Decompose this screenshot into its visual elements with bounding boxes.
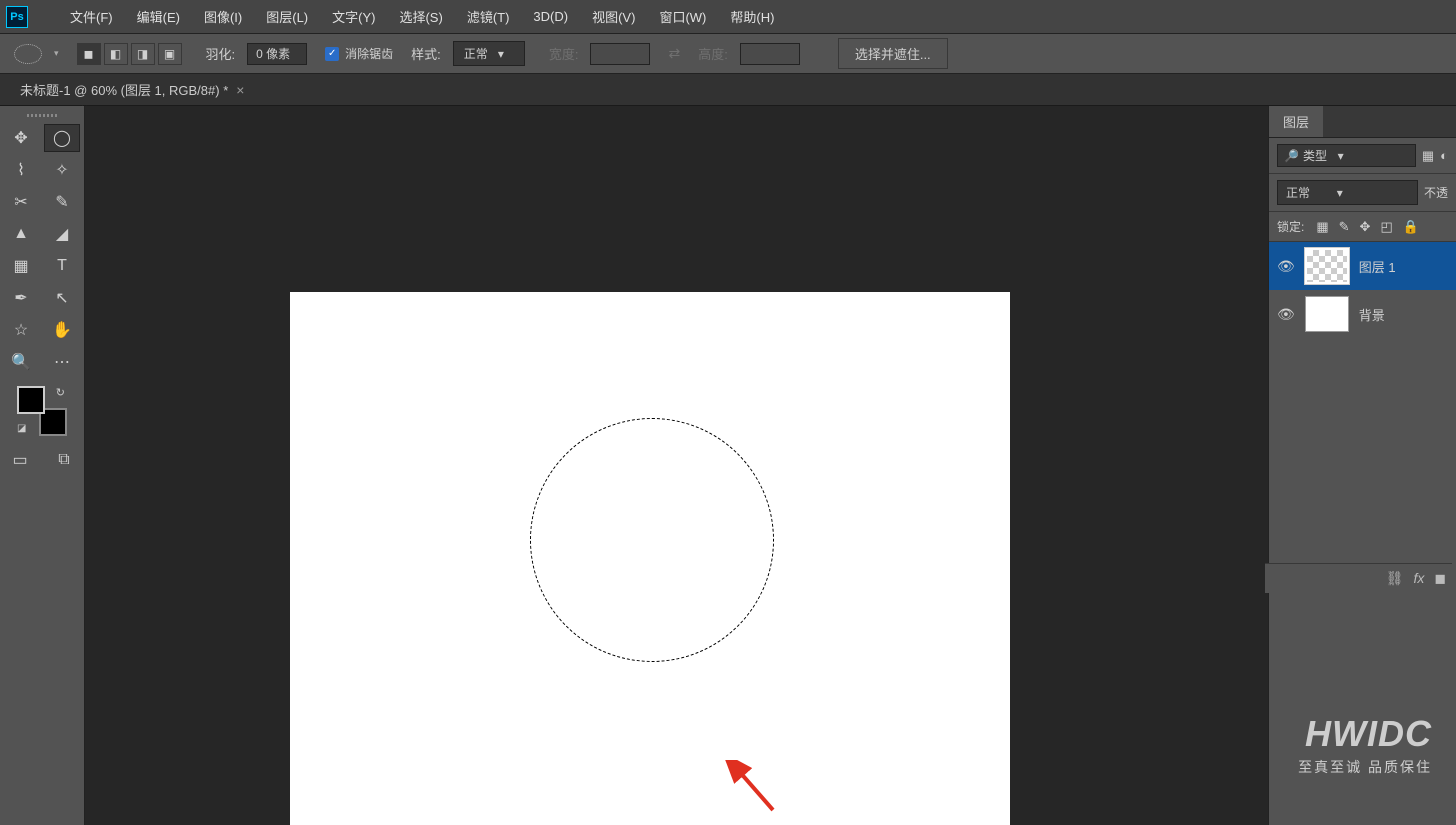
lock-artboard-icon[interactable]: ◰ (1380, 219, 1392, 235)
clone-stamp-tool-icon[interactable]: ▲ (3, 220, 39, 248)
app-logo[interactable]: Ps (6, 6, 28, 28)
feather-label: 羽化: (206, 44, 236, 63)
document-tab[interactable]: 未标题-1 @ 60% (图层 1, RGB/8#) * × (8, 74, 256, 105)
color-swatches[interactable]: ↻ ◪ (17, 386, 67, 436)
layers-panel-footer: ⛓ fx ◼ (1265, 563, 1452, 593)
menu-window[interactable]: 窗口(W) (647, 7, 718, 26)
watermark-slogan: 至真至诚 品质保住 (1298, 757, 1432, 777)
feather-input[interactable] (247, 43, 307, 65)
fx-icon[interactable]: fx (1413, 570, 1424, 587)
width-label: 宽度: (549, 44, 579, 63)
layer-thumbnail[interactable] (1305, 296, 1349, 332)
annotation-arrow-icon (723, 760, 783, 820)
select-and-mask-button[interactable]: 选择并遮住... (838, 38, 948, 69)
shape-tool-icon[interactable]: ☆ (3, 316, 39, 344)
layer-list: 👁 图层 1 👁 背景 (1269, 242, 1456, 338)
document-tab-title: 未标题-1 @ 60% (图层 1, RGB/8#) * (20, 80, 228, 99)
width-input (590, 43, 650, 65)
link-layers-icon[interactable]: ⛓ (1386, 570, 1404, 587)
swap-colors-icon[interactable]: ↻ (56, 386, 65, 399)
canvas-area[interactable] (85, 106, 1456, 825)
layer-name[interactable]: 图层 1 (1359, 257, 1396, 276)
filter-image-icon[interactable]: ▦ (1422, 148, 1434, 164)
selection-intersect-icon[interactable]: ▣ (158, 43, 182, 65)
eraser-tool-icon[interactable]: ◢ (44, 220, 80, 248)
menu-edit[interactable]: 编辑(E) (125, 7, 192, 26)
lock-position-icon[interactable]: ✥ (1360, 219, 1371, 235)
filter-adjust-icon[interactable]: ◐ (1440, 148, 1448, 164)
menubar: Ps 文件(F) 编辑(E) 图像(I) 图层(L) 文字(Y) 选择(S) 滤… (0, 0, 1456, 34)
menu-layer[interactable]: 图层(L) (254, 7, 320, 26)
opacity-label: 不透 (1424, 184, 1448, 201)
options-bar: ▾ ◼ ◧ ◨ ▣ 羽化: ✓ 消除锯齿 样式: 正常 ▾ 宽度: ⇄ 高度: … (0, 34, 1456, 74)
lock-label: 锁定: (1277, 218, 1304, 235)
selection-marquee (530, 418, 774, 662)
visibility-eye-icon[interactable]: 👁 (1277, 258, 1295, 275)
antialias-label: 消除锯齿 (345, 45, 393, 62)
quickmask-tool-icon[interactable]: ▭ (3, 446, 37, 474)
watermark: HWIDC 至真至诚 品质保住 (1298, 713, 1432, 777)
gradient-tool-icon[interactable]: ▦ (3, 252, 39, 280)
layers-tab[interactable]: 图层 (1269, 106, 1323, 137)
menu-select[interactable]: 选择(S) (387, 7, 454, 26)
close-tab-icon[interactable]: × (236, 82, 244, 98)
blend-mode-select[interactable]: 正常 ▾ (1277, 180, 1418, 205)
style-select[interactable]: 正常 ▾ (453, 41, 525, 66)
menu-help[interactable]: 帮助(H) (718, 7, 786, 26)
selection-add-icon[interactable]: ◧ (104, 43, 128, 65)
tool-preview-ellipse-icon[interactable] (14, 44, 42, 64)
visibility-eye-icon[interactable]: 👁 (1277, 306, 1295, 323)
layer-filter-select[interactable]: 🔎 类型 ▾ (1277, 144, 1416, 167)
layer-thumbnail[interactable] (1305, 248, 1349, 284)
magic-wand-tool-icon[interactable]: ✧ (44, 156, 80, 184)
tool-preset-dropdown-icon[interactable]: ▾ (54, 48, 59, 59)
selection-new-icon[interactable]: ◼ (77, 43, 101, 65)
menu-image[interactable]: 图像(I) (192, 7, 254, 26)
selection-subtract-icon[interactable]: ◨ (131, 43, 155, 65)
layer-row[interactable]: 👁 图层 1 (1269, 242, 1456, 290)
eyedropper-tool-icon[interactable]: ✎ (44, 188, 80, 216)
lock-brush-icon[interactable]: ✎ (1339, 219, 1350, 235)
zoom-tool-icon[interactable]: 🔍 (3, 348, 39, 376)
menu-3d[interactable]: 3D(D) (521, 9, 580, 24)
layer-row[interactable]: 👁 背景 (1269, 290, 1456, 338)
hand-tool-icon[interactable]: ✋ (44, 316, 80, 344)
toolbox: ✥ ◯ ⌇ ✧ ✂ ✎ ▲ ◢ ▦ T ✒ ↖ ☆ ✋ 🔍 ⋯ ↻ ◪ ▭ ⧉ (0, 106, 85, 825)
more-tools-icon[interactable]: ⋯ (44, 348, 80, 376)
mask-icon[interactable]: ◼ (1434, 570, 1446, 587)
menu-type[interactable]: 文字(Y) (320, 7, 387, 26)
screenmode-tool-icon[interactable]: ⧉ (47, 446, 81, 474)
height-input (740, 43, 800, 65)
lasso-tool-icon[interactable]: ⌇ (3, 156, 39, 184)
watermark-logo: HWIDC (1298, 713, 1432, 755)
layer-name[interactable]: 背景 (1359, 305, 1385, 324)
toolbox-grip[interactable] (3, 112, 81, 118)
height-label: 高度: (698, 44, 728, 63)
menu-file[interactable]: 文件(F) (58, 7, 125, 26)
default-colors-icon[interactable]: ◪ (17, 423, 26, 434)
check-icon: ✓ (325, 47, 339, 61)
pen-tool-icon[interactable]: ✒ (3, 284, 39, 312)
crop-tool-icon[interactable]: ✂ (3, 188, 39, 216)
menu-filter[interactable]: 滤镜(T) (455, 7, 522, 26)
lock-pixels-icon[interactable]: ▦ (1316, 219, 1328, 235)
style-label: 样式: (411, 44, 441, 63)
search-icon: 🔎 (1284, 149, 1299, 163)
lock-all-icon[interactable]: 🔒 (1403, 219, 1419, 235)
menu-view[interactable]: 视图(V) (580, 7, 647, 26)
workspace: ✥ ◯ ⌇ ✧ ✂ ✎ ▲ ◢ ▦ T ✒ ↖ ☆ ✋ 🔍 ⋯ ↻ ◪ ▭ ⧉ (0, 106, 1456, 825)
path-select-tool-icon[interactable]: ↖ (44, 284, 80, 312)
selection-mode-group: ◼ ◧ ◨ ▣ (77, 43, 182, 65)
type-tool-icon[interactable]: T (44, 252, 80, 280)
swap-wh-icon: ⇄ (668, 45, 680, 62)
antialias-checkbox[interactable]: ✓ 消除锯齿 (325, 45, 393, 62)
foreground-color-swatch[interactable] (17, 386, 45, 414)
marquee-ellipse-tool-icon[interactable]: ◯ (44, 124, 80, 152)
document-tabs: 未标题-1 @ 60% (图层 1, RGB/8#) * × (0, 74, 1456, 106)
move-tool-icon[interactable]: ✥ (3, 124, 39, 152)
